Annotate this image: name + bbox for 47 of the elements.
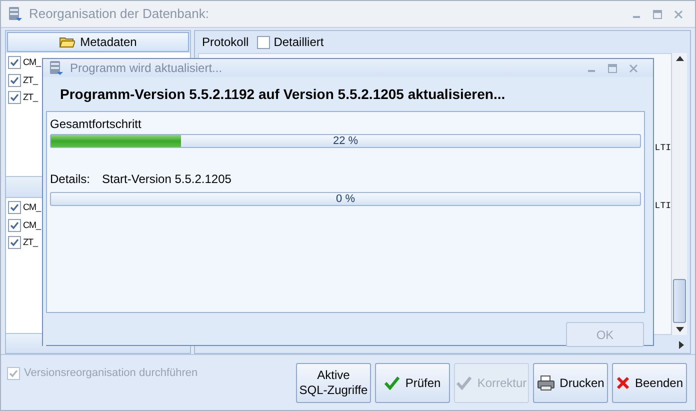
scroll-thumb[interactable] [673, 279, 686, 323]
checkbox-label: Versionsreorganisation durchführen [24, 366, 198, 381]
database-icon [48, 60, 64, 76]
checkbox[interactable] [8, 236, 21, 250]
maximize-icon[interactable] [653, 10, 662, 18]
metadata-button[interactable]: Metadaten [7, 32, 189, 52]
scrollbar[interactable] [672, 53, 687, 335]
progress-reading: 22 % [332, 135, 360, 147]
database-icon [7, 6, 23, 22]
action-button[interactable]: Drucken [533, 363, 608, 403]
list-item[interactable]: ZT_ [23, 236, 38, 250]
checkbox[interactable] [8, 56, 21, 70]
log-line: LTI [654, 142, 671, 155]
close-icon[interactable] [629, 64, 638, 72]
checkbox[interactable] [256, 36, 270, 48]
check-icon [456, 376, 472, 390]
progress-label: Gesamtfortschritt [50, 116, 142, 133]
dialog-title: Programm wird aktualisiert... [70, 60, 224, 77]
checkbox[interactable] [8, 218, 21, 232]
checkbox[interactable] [8, 201, 21, 214]
list-item[interactable]: ZT_ [23, 91, 38, 104]
folder-icon [59, 36, 76, 48]
check-icon [384, 376, 400, 390]
up-arrow-icon[interactable] [676, 56, 684, 61]
log-tab[interactable]: Protokoll [202, 33, 249, 51]
details-label: Details: [50, 171, 90, 188]
close-icon[interactable] [674, 10, 683, 18]
list-item[interactable]: CM_ [23, 218, 41, 232]
close-icon [616, 376, 630, 390]
list-item[interactable]: ZT_ [23, 74, 38, 87]
action-button[interactable]: Beenden [612, 363, 687, 403]
list-item[interactable]: CM_ [23, 201, 41, 214]
dialog-heading: Programm-Version 5.5.2.1192 auf Version 5.5.2.1205 aktualisieren... [59, 84, 506, 104]
details-value: Start-Version 5.5.2.1205 [102, 171, 232, 188]
printer-icon [536, 375, 555, 391]
list-item[interactable]: CM_ [23, 56, 41, 70]
window-title: Reorganisation der Datenbank: [29, 5, 210, 24]
action-button[interactable]: Prüfen [375, 363, 450, 403]
maximize-icon[interactable] [608, 64, 617, 72]
right-arrow-icon[interactable] [679, 341, 684, 349]
checkbox[interactable] [8, 91, 21, 104]
action-button[interactable]: Aktive SQL-Zugriffe [296, 363, 371, 403]
checkbox-label: Detailliert [274, 34, 324, 51]
down-arrow-icon[interactable] [676, 327, 684, 332]
log-line: LTI [654, 200, 671, 212]
checkbox[interactable] [8, 74, 21, 87]
progress-reading: 0 % [335, 193, 356, 205]
